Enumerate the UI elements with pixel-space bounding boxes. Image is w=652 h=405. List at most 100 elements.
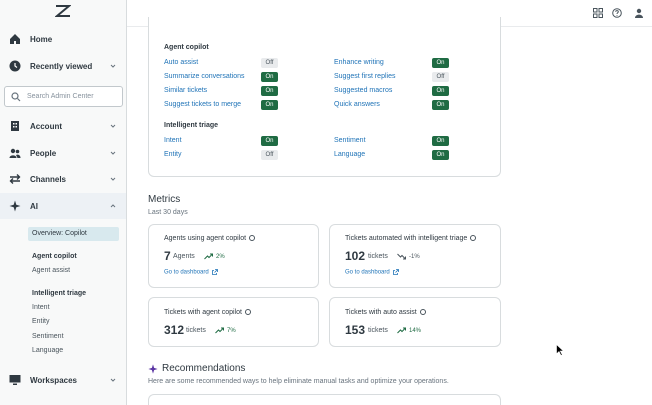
- sub-intelligent-triage-header[interactable]: Intelligent triage: [32, 290, 86, 297]
- nav-account-label: Account: [30, 121, 62, 131]
- chevron-up-icon: [110, 204, 116, 208]
- search-icon: [11, 92, 21, 102]
- info-icon[interactable]: [249, 235, 256, 242]
- metric-card: [148, 297, 319, 347]
- sub-agent-assist[interactable]: Agent assist: [32, 267, 70, 274]
- setting-suggest-tickets-to-merge[interactable]: Suggest tickets to merge: [164, 101, 241, 108]
- metric-value: 312: [164, 323, 185, 337]
- setting-quick-answers[interactable]: Quick answers: [334, 101, 380, 108]
- toggle-sentiment[interactable]: On: [432, 136, 449, 146]
- nav-home[interactable]: Home: [0, 26, 126, 52]
- go-to-dashboard-label: Go to dashboard: [345, 269, 390, 276]
- sidebar: Home Recently viewed Search Admin Center…: [0, 0, 127, 405]
- sub-overview-copilot[interactable]: Overview: Copilot: [28, 227, 119, 241]
- setting-similar-tickets[interactable]: Similar tickets: [164, 87, 207, 94]
- metric-delta: -1%: [409, 254, 420, 260]
- metric-title-text: Tickets automated with intelligent triag…: [345, 235, 468, 242]
- setting-language[interactable]: Language: [334, 151, 365, 158]
- setting-auto-assist[interactable]: Auto assist: [164, 59, 198, 66]
- info-icon[interactable]: [244, 309, 251, 316]
- building-icon: [9, 120, 21, 132]
- sparkle-icon: [148, 364, 158, 374]
- setting-intent[interactable]: Intent: [164, 137, 182, 144]
- setting-enhance-writing[interactable]: Enhance writing: [334, 59, 384, 66]
- grid-icon[interactable]: [593, 8, 603, 18]
- mouse-cursor-icon: [556, 344, 564, 356]
- chevron-down-icon: [110, 177, 116, 181]
- metric-card: [329, 297, 501, 347]
- chevron-down-icon: [110, 124, 116, 128]
- setting-summarize-conversations[interactable]: Summarize conversations: [164, 73, 245, 80]
- sparkle-icon: [9, 200, 21, 212]
- help-icon[interactable]: [612, 8, 622, 18]
- metric-title-text: Tickets with auto assist: [345, 309, 417, 316]
- sub-overview-label: Overview: Copilot: [32, 230, 87, 237]
- nav-people[interactable]: People: [0, 140, 126, 166]
- chevron-down-icon: [110, 64, 116, 68]
- sub-agent-copilot-header[interactable]: Agent copilot: [32, 253, 77, 260]
- trend-down-icon: [397, 253, 406, 260]
- go-to-dashboard-label: Go to dashboard: [164, 269, 209, 276]
- metrics-title: Metrics: [148, 194, 181, 205]
- go-to-dashboard-link[interactable]: Go to dashboard: [164, 269, 219, 276]
- nav-people-label: People: [30, 148, 57, 158]
- metric-title: Tickets automated with intelligent triag…: [345, 235, 477, 242]
- metric-value: 153: [345, 323, 366, 337]
- nav-workspaces[interactable]: Workspaces: [0, 367, 126, 393]
- nav-home-label: Home: [30, 34, 53, 44]
- monitor-icon: [9, 374, 21, 386]
- nav-recently-viewed-label: Recently viewed: [30, 61, 93, 71]
- metric-unit: tickets: [368, 327, 388, 334]
- metrics-subtitle: Last 30 days: [148, 209, 188, 216]
- toggle-summarize-conversations[interactable]: On: [261, 72, 278, 82]
- agent-copilot-section-title: Agent copilot: [164, 44, 209, 51]
- go-to-dashboard-link[interactable]: Go to dashboard: [345, 269, 400, 276]
- setting-sentiment[interactable]: Sentiment: [334, 137, 366, 144]
- home-icon: [9, 33, 21, 45]
- search-placeholder: Search Admin Center: [27, 93, 94, 100]
- sub-entity[interactable]: Entity: [32, 318, 50, 325]
- setting-suggest-first-replies[interactable]: Suggest first replies: [334, 73, 395, 80]
- intelligent-triage-section-title: Intelligent triage: [164, 122, 219, 129]
- toggle-language[interactable]: On: [432, 150, 449, 160]
- metric-title-text: Agents using agent copilot: [164, 235, 247, 242]
- metric-value: 102: [345, 249, 366, 263]
- metric-title: Tickets with auto assist: [345, 309, 426, 316]
- setting-suggested-macros[interactable]: Suggested macros: [334, 87, 392, 94]
- toggle-entity[interactable]: Off: [261, 150, 278, 160]
- people-icon: [9, 147, 21, 159]
- sub-language[interactable]: Language: [32, 347, 63, 354]
- recommendation-card: [148, 394, 501, 405]
- metric-value: 7: [164, 249, 171, 263]
- chevron-down-icon: [110, 151, 116, 155]
- toggle-auto-assist[interactable]: Off: [261, 58, 278, 68]
- info-icon[interactable]: [470, 235, 477, 242]
- sub-sentiment[interactable]: Sentiment: [32, 333, 64, 340]
- nav-recently-viewed[interactable]: Recently viewed: [0, 53, 126, 79]
- toggle-quick-answers[interactable]: On: [432, 100, 449, 110]
- arrows-swap-icon: [9, 173, 21, 185]
- metric-title-text: Tickets with agent copilot: [164, 309, 242, 316]
- nav-channels[interactable]: Channels: [0, 166, 126, 192]
- nav-ai[interactable]: AI: [0, 193, 126, 219]
- external-link-icon: [212, 269, 219, 275]
- metric-title: Tickets with agent copilot: [164, 309, 251, 316]
- setting-entity[interactable]: Entity: [164, 151, 182, 158]
- toggle-suggested-macros[interactable]: On: [432, 86, 449, 96]
- metric-delta: 14%: [409, 328, 422, 334]
- sub-intent[interactable]: Intent: [32, 304, 50, 311]
- zendesk-logo[interactable]: [55, 5, 71, 17]
- trend-up-icon: [215, 327, 224, 334]
- metric-delta: 2%: [216, 254, 225, 260]
- user-icon[interactable]: [634, 8, 644, 18]
- toggle-enhance-writing[interactable]: On: [432, 58, 449, 68]
- toggle-similar-tickets[interactable]: On: [261, 86, 278, 96]
- metric-title: Agents using agent copilot: [164, 235, 256, 242]
- recommendations-title: Recommendations: [162, 363, 246, 374]
- toggle-suggest-tickets-to-merge[interactable]: On: [261, 100, 278, 110]
- info-icon[interactable]: [419, 309, 426, 316]
- toggle-suggest-first-replies[interactable]: Off: [432, 72, 449, 82]
- toggle-intent[interactable]: On: [261, 136, 278, 146]
- search-input[interactable]: Search Admin Center: [4, 86, 123, 107]
- nav-account[interactable]: Account: [0, 113, 126, 139]
